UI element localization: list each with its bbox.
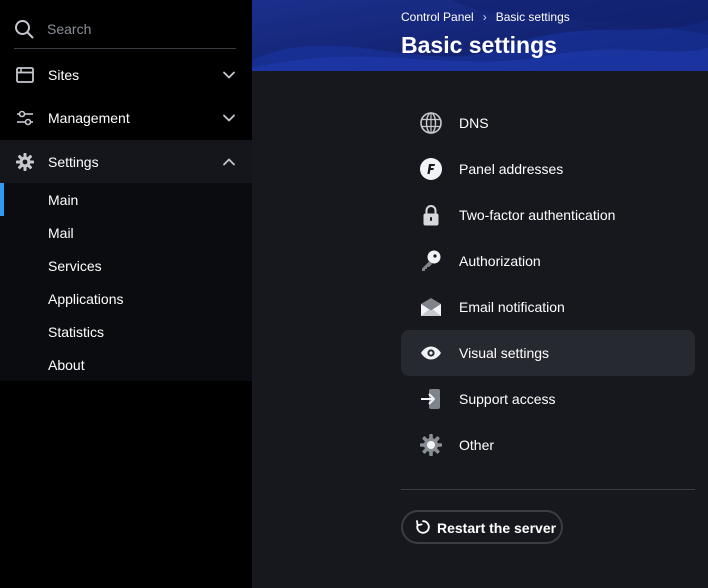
search-icon <box>15 20 34 39</box>
settings-item-other[interactable]: Other <box>401 422 695 468</box>
gear-icon <box>420 434 442 456</box>
settings-item-label: Two-factor authentication <box>459 207 616 223</box>
page-header: Control Panel › Basic settings Basic set… <box>252 0 708 71</box>
submenu-item-label: Services <box>48 258 102 274</box>
submenu-item-label: Main <box>48 192 79 208</box>
settings-item-label: Panel addresses <box>459 161 564 177</box>
panel-f-icon <box>420 158 442 180</box>
restart-button-label: Restart the server <box>437 520 557 536</box>
settings-item-label: Email notification <box>459 299 565 315</box>
settings-item-authorization[interactable]: Authorization <box>401 238 695 284</box>
chevron-down-icon <box>223 114 235 122</box>
submenu-item-about[interactable]: About <box>0 348 252 381</box>
settings-item-support-access[interactable]: Support access <box>401 376 695 422</box>
submenu-item-services[interactable]: Services <box>0 249 252 282</box>
settings-item-two-factor-authentication[interactable]: Two-factor authentication <box>401 192 695 238</box>
submenu-item-label: Statistics <box>48 324 105 340</box>
settings-item-label: Visual settings <box>459 345 550 361</box>
lock-icon <box>423 205 439 226</box>
sign-in-icon <box>421 389 440 409</box>
submenu-item-main[interactable]: Main <box>0 183 252 216</box>
window-icon <box>16 67 34 83</box>
restart-server-button[interactable]: Restart the server <box>401 510 563 544</box>
submenu-item-applications[interactable]: Applications <box>0 282 252 315</box>
eye-icon <box>421 346 441 360</box>
chevron-down-icon <box>223 71 235 79</box>
envelope-icon <box>421 298 441 316</box>
breadcrumb-link-control-panel[interactable]: Control Panel <box>401 10 474 24</box>
sidebar-item-sites[interactable]: Sites <box>0 53 252 96</box>
sliders-icon <box>17 110 33 126</box>
settings-item-label: Support access <box>459 391 556 407</box>
gear-icon <box>16 153 34 171</box>
settings-item-email-notification[interactable]: Email notification <box>401 284 695 330</box>
settings-item-panel-addresses[interactable]: Panel addresses <box>401 146 695 192</box>
sidebar: Sites Management <box>0 0 252 588</box>
refresh-icon <box>416 520 430 534</box>
sidebar-item-label: Sites <box>48 67 80 83</box>
divider <box>401 489 695 490</box>
submenu-item-mail[interactable]: Mail <box>0 216 252 249</box>
breadcrumb-separator: › <box>482 10 487 24</box>
breadcrumb: Control Panel › Basic settings <box>401 10 570 24</box>
globe-icon <box>420 112 442 134</box>
settings-submenu: Main Mail Services Applications Statisti… <box>0 183 252 381</box>
submenu-item-statistics[interactable]: Statistics <box>0 315 252 348</box>
settings-item-visual-settings[interactable]: Visual settings <box>401 330 695 376</box>
search-bar <box>14 12 236 49</box>
sidebar-item-settings[interactable]: Settings <box>0 140 252 183</box>
submenu-item-label: About <box>48 357 85 373</box>
settings-item-label: Authorization <box>459 253 541 269</box>
search-input[interactable] <box>47 18 232 40</box>
key-icon <box>422 250 441 271</box>
page-title: Basic settings <box>401 32 557 58</box>
settings-item-label: DNS <box>459 115 489 131</box>
chevron-up-icon <box>223 158 235 166</box>
sidebar-item-label: Management <box>48 110 130 126</box>
breadcrumb-current: Basic settings <box>495 10 570 24</box>
main-content: Control Panel › Basic settings Basic set… <box>252 0 708 588</box>
sidebar-item-management[interactable]: Management <box>0 96 252 139</box>
settings-item-label: Other <box>459 437 495 453</box>
settings-item-dns[interactable]: DNS <box>401 100 695 146</box>
sidebar-item-label: Settings <box>48 154 99 170</box>
submenu-item-label: Applications <box>48 291 124 307</box>
submenu-item-label: Mail <box>48 225 74 241</box>
